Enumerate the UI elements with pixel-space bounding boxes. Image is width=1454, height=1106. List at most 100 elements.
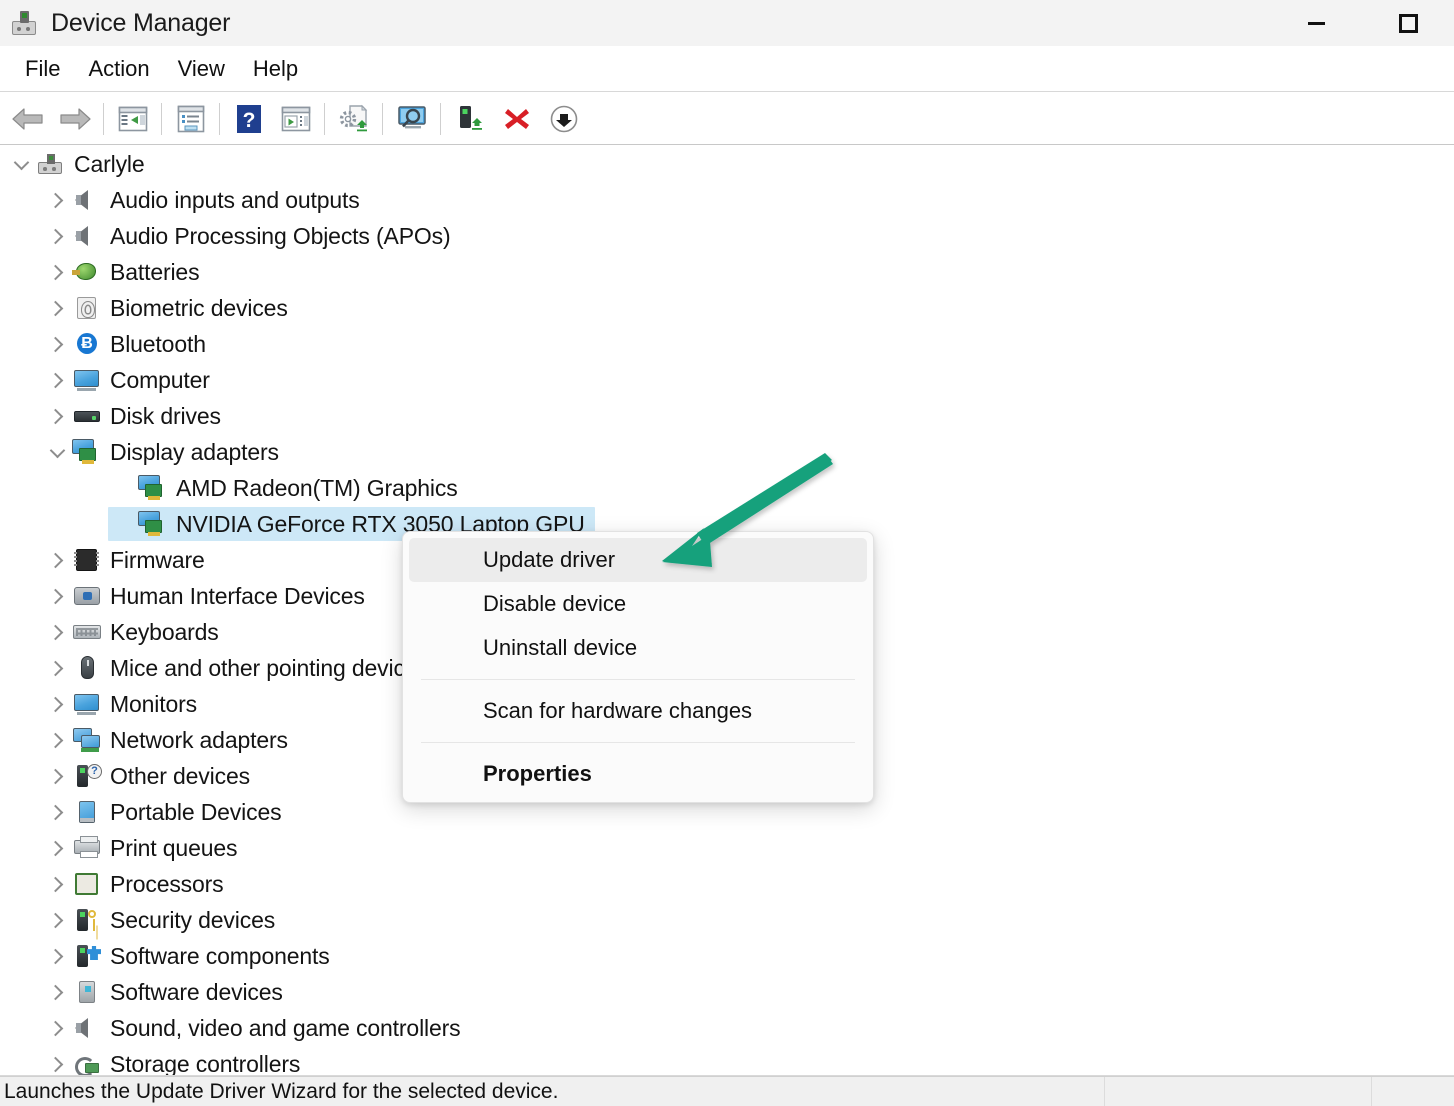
chevron-right-icon[interactable] bbox=[42, 663, 72, 674]
tree-item-label: Biometric devices bbox=[110, 295, 288, 322]
speaker-icon bbox=[72, 187, 102, 213]
storage-controller-icon bbox=[72, 1051, 102, 1076]
tree-item[interactable]: ɃBluetooth bbox=[0, 326, 1454, 362]
chevron-right-icon[interactable] bbox=[42, 231, 72, 242]
tree-item-label: Processors bbox=[110, 871, 224, 898]
menu-help[interactable]: Help bbox=[239, 52, 312, 86]
chevron-right-icon[interactable] bbox=[42, 591, 72, 602]
tree-item-label: Monitors bbox=[110, 691, 197, 718]
tree-item-label: Display adapters bbox=[110, 439, 279, 466]
other-device-icon: ? bbox=[72, 763, 102, 789]
chevron-right-icon[interactable] bbox=[42, 339, 72, 350]
chevron-right-icon[interactable] bbox=[42, 555, 72, 566]
update-driver-icon bbox=[338, 104, 370, 134]
enable-device-icon bbox=[455, 104, 485, 134]
menu-file[interactable]: File bbox=[11, 52, 74, 86]
computer-root-icon bbox=[36, 151, 66, 177]
tree-item[interactable]: AMD Radeon(TM) Graphics bbox=[0, 470, 1454, 506]
printer-icon bbox=[72, 835, 102, 861]
uninstall-device-button[interactable] bbox=[493, 97, 540, 141]
tree-item-label: Other devices bbox=[110, 763, 250, 790]
tree-item[interactable]: Audio Processing Objects (APOs) bbox=[0, 218, 1454, 254]
minimize-icon bbox=[1308, 22, 1325, 25]
properties-button[interactable] bbox=[167, 97, 214, 141]
tree-item[interactable]: Biometric devices bbox=[0, 290, 1454, 326]
chevron-right-icon[interactable] bbox=[42, 843, 72, 854]
down-arrow-circle-icon bbox=[549, 104, 579, 134]
menu-action[interactable]: Action bbox=[74, 52, 163, 86]
context-menu-item[interactable]: Properties bbox=[409, 752, 867, 796]
chevron-right-icon[interactable] bbox=[42, 951, 72, 962]
battery-icon bbox=[72, 259, 102, 285]
chevron-right-icon[interactable] bbox=[42, 771, 72, 782]
tree-item[interactable]: Computer bbox=[0, 362, 1454, 398]
tree-item[interactable]: Carlyle bbox=[0, 146, 1454, 182]
chevron-right-icon[interactable] bbox=[42, 195, 72, 206]
chevron-right-icon[interactable] bbox=[42, 1023, 72, 1034]
context-menu-item[interactable]: Uninstall device bbox=[409, 626, 867, 670]
chevron-right-icon[interactable] bbox=[42, 627, 72, 638]
context-menu-item[interactable]: Scan for hardware changes bbox=[409, 689, 867, 733]
forward-arrow-icon bbox=[58, 106, 92, 132]
chevron-right-icon[interactable] bbox=[42, 735, 72, 746]
chevron-right-icon[interactable] bbox=[42, 915, 72, 926]
minimize-button[interactable] bbox=[1270, 0, 1362, 46]
chevron-right-icon[interactable] bbox=[42, 303, 72, 314]
speaker-icon bbox=[72, 1015, 102, 1041]
scan-button[interactable] bbox=[272, 97, 319, 141]
context-menu-item[interactable]: Disable device bbox=[409, 582, 867, 626]
scan-monitor-icon bbox=[396, 105, 428, 133]
security-device-icon bbox=[72, 907, 102, 933]
device-context-menu[interactable]: Update driverDisable deviceUninstall dev… bbox=[402, 531, 874, 803]
toolbar-separator bbox=[382, 103, 383, 135]
chevron-right-icon[interactable] bbox=[42, 267, 72, 278]
chevron-down-icon[interactable] bbox=[42, 449, 72, 456]
maximize-icon bbox=[1399, 14, 1418, 33]
context-menu-item[interactable]: Update driver bbox=[409, 538, 867, 582]
tree-item[interactable]: Storage controllers bbox=[0, 1046, 1454, 1076]
chevron-right-icon[interactable] bbox=[42, 699, 72, 710]
status-bar: Launches the Update Driver Wizard for th… bbox=[0, 1076, 1454, 1106]
chevron-right-icon[interactable] bbox=[42, 1059, 72, 1070]
enable-device-button[interactable] bbox=[446, 97, 493, 141]
tree-item-label: Human Interface Devices bbox=[110, 583, 365, 610]
tree-item[interactable]: Disk drives bbox=[0, 398, 1454, 434]
tree-item-label: Storage controllers bbox=[110, 1051, 300, 1077]
toolbar-separator bbox=[440, 103, 441, 135]
tree-item-label: Firmware bbox=[110, 547, 205, 574]
maximize-button[interactable] bbox=[1362, 0, 1454, 46]
properties-window-icon bbox=[176, 105, 206, 133]
menu-view[interactable]: View bbox=[164, 52, 239, 86]
forward-button[interactable] bbox=[51, 97, 98, 141]
chevron-right-icon[interactable] bbox=[42, 987, 72, 998]
tree-item[interactable]: Print queues bbox=[0, 830, 1454, 866]
tree-item[interactable]: Audio inputs and outputs bbox=[0, 182, 1454, 218]
tree-item[interactable]: Software devices bbox=[0, 974, 1454, 1010]
tree-item[interactable]: Display adapters bbox=[0, 434, 1454, 470]
tree-item[interactable]: Processors bbox=[0, 866, 1454, 902]
chevron-right-icon[interactable] bbox=[42, 411, 72, 422]
device-manager-icon bbox=[11, 10, 37, 36]
help-button[interactable]: ? bbox=[225, 97, 272, 141]
show-hide-console-tree-button[interactable] bbox=[109, 97, 156, 141]
toolbar-separator bbox=[161, 103, 162, 135]
tree-item-label: Computer bbox=[110, 367, 210, 394]
tree-item-label: Audio Processing Objects (APOs) bbox=[110, 223, 451, 250]
tree-item[interactable]: Software components bbox=[0, 938, 1454, 974]
display-adapter-icon bbox=[138, 511, 168, 537]
tree-item[interactable]: Batteries bbox=[0, 254, 1454, 290]
disable-device-button[interactable] bbox=[540, 97, 587, 141]
scan-hardware-changes-button[interactable] bbox=[388, 97, 435, 141]
tree-item[interactable]: Security devices bbox=[0, 902, 1454, 938]
chevron-down-icon[interactable] bbox=[6, 161, 36, 168]
chevron-right-icon[interactable] bbox=[42, 879, 72, 890]
back-button[interactable] bbox=[4, 97, 51, 141]
speaker-icon bbox=[72, 223, 102, 249]
update-driver-button[interactable] bbox=[330, 97, 377, 141]
context-menu-separator bbox=[421, 742, 855, 743]
software-component-icon bbox=[72, 943, 102, 969]
chevron-right-icon[interactable] bbox=[42, 807, 72, 818]
context-menu-separator bbox=[421, 679, 855, 680]
chevron-right-icon[interactable] bbox=[42, 375, 72, 386]
tree-item[interactable]: Sound, video and game controllers bbox=[0, 1010, 1454, 1046]
